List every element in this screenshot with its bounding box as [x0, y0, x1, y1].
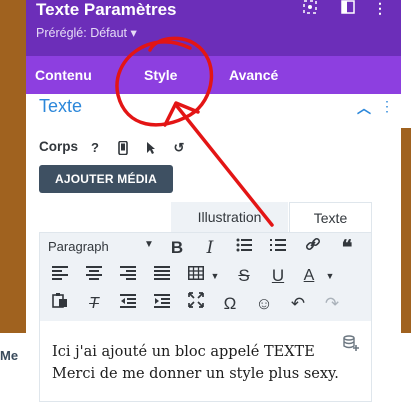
rich-text-editor: Paragraph ▼ B I ❝ ▼ S U A ▼ T Ω ☺ ↶ ↷ Ic…	[39, 232, 372, 402]
tab-illustration[interactable]: Illustration	[171, 202, 288, 232]
undo-history-icon[interactable]: ↺	[168, 137, 190, 159]
redo-icon[interactable]: ↷	[320, 292, 344, 316]
background-text-fragment: Me	[0, 348, 19, 363]
target-icon[interactable]	[300, 0, 320, 20]
tab-avance[interactable]: Avancé	[229, 67, 278, 83]
special-character-icon[interactable]: Ω	[218, 292, 242, 316]
mobile-device-icon[interactable]	[112, 137, 134, 159]
section-title[interactable]: Texte	[39, 96, 82, 117]
modal-title: Texte Paramètres	[36, 0, 177, 19]
background-page-left	[0, 0, 26, 333]
blockquote-icon[interactable]: ❝	[335, 236, 359, 260]
table-caret-icon[interactable]: ▼	[203, 264, 227, 288]
add-media-button[interactable]: AJOUTER MÉDIA	[39, 165, 173, 193]
corps-label: Corps	[39, 139, 79, 154]
tab-contenu[interactable]: Contenu	[35, 67, 92, 83]
fullscreen-icon[interactable]	[184, 292, 208, 316]
indent-icon[interactable]	[150, 292, 174, 316]
split-view-icon[interactable]	[338, 0, 358, 20]
undo-icon[interactable]: ↶	[286, 292, 310, 316]
align-right-icon[interactable]	[116, 264, 140, 288]
underline-icon[interactable]: U	[266, 264, 290, 288]
italic-icon[interactable]: I	[198, 236, 222, 260]
editor-content-area[interactable]: Ici j'ai ajouté un bloc appelé TEXTE Mer…	[40, 321, 371, 401]
align-left-icon[interactable]	[48, 264, 72, 288]
help-icon[interactable]: ?	[84, 137, 106, 159]
toolbar-row-3: T Ω ☺ ↶ ↷	[40, 292, 371, 316]
bold-icon[interactable]: B	[165, 236, 189, 260]
link-icon[interactable]	[301, 236, 325, 260]
numbered-list-icon[interactable]	[266, 236, 290, 260]
text-line[interactable]: Merci de me donner un style plus sexy.	[52, 366, 339, 382]
more-options-icon[interactable]: ⋮	[370, 0, 390, 20]
text-color-caret-icon[interactable]: ▼	[318, 264, 342, 288]
tab-texte[interactable]: Texte	[289, 202, 372, 232]
modal-tabs: Contenu Style Avancé	[26, 56, 401, 94]
text-line[interactable]: Ici j'ai ajouté un bloc appelé TEXTE	[52, 344, 315, 360]
bullet-list-icon[interactable]	[232, 236, 256, 260]
database-add-icon[interactable]	[343, 335, 359, 354]
preset-dropdown[interactable]: Préréglé: Défaut ▾	[36, 25, 137, 40]
outdent-icon[interactable]	[116, 292, 140, 316]
tab-style[interactable]: Style	[144, 67, 177, 83]
toolbar-row-1: Paragraph ▼ B I ❝	[40, 236, 371, 260]
modal-content: Texte ︿ ⋮ Corps ? ↺ AJOUTER MÉDIA Illust…	[26, 94, 401, 418]
toolbar-row-2: ▼ S U A ▼	[40, 264, 371, 288]
hover-cursor-icon[interactable]	[140, 137, 162, 159]
chevron-up-icon[interactable]: ︿	[357, 98, 371, 118]
strikethrough-icon[interactable]: S	[232, 264, 256, 288]
modal-header: Texte Paramètres Préréglé: Défaut ▾ ⋮	[26, 0, 401, 56]
clear-format-icon[interactable]: T	[82, 292, 106, 316]
section-menu-icon[interactable]: ⋮	[380, 98, 394, 115]
more-icon[interactable]	[194, 137, 204, 159]
caret-down-icon[interactable]: ▼	[144, 239, 154, 250]
paste-icon[interactable]	[48, 292, 72, 316]
emoji-icon[interactable]: ☺	[252, 292, 276, 316]
format-select[interactable]: Paragraph	[48, 239, 109, 254]
editor-toolbar: Paragraph ▼ B I ❝ ▼ S U A ▼ T Ω ☺ ↶ ↷	[40, 233, 371, 321]
align-justify-icon[interactable]	[150, 264, 174, 288]
settings-modal: Texte Paramètres Préréglé: Défaut ▾ ⋮ Co…	[26, 0, 401, 418]
align-center-icon[interactable]	[82, 264, 106, 288]
